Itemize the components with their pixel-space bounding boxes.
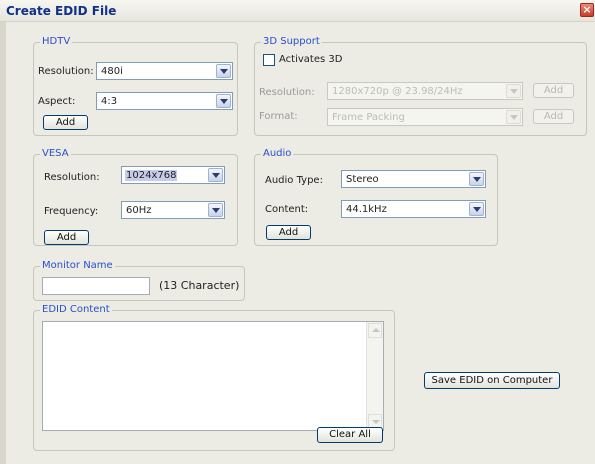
hdtv-resolution-value: 480i bbox=[101, 66, 123, 77]
close-icon: × bbox=[582, 3, 592, 16]
3d-format-value: Frame Packing bbox=[332, 112, 405, 123]
audio-content-value: 44.1kHz bbox=[346, 204, 387, 215]
edid-content-legend: EDID Content bbox=[40, 304, 112, 315]
activates-3d-checkbox[interactable] bbox=[263, 54, 275, 66]
activates-3d-label: Activates 3D bbox=[279, 54, 343, 65]
vesa-group: VESA Resolution: 1024x768 Frequency: 60H… bbox=[33, 148, 238, 246]
monitor-name-hint: (13 Character) bbox=[159, 279, 240, 292]
save-edid-button[interactable]: Save EDID on Computer bbox=[424, 372, 560, 389]
window-title: Create EDID File bbox=[6, 4, 117, 18]
hdtv-add-button[interactable]: Add bbox=[43, 115, 88, 130]
3d-resolution-select[interactable]: 1280x720p @ 23.98/24Hz bbox=[327, 82, 523, 100]
hdtv-aspect-select[interactable]: 4:3 bbox=[96, 92, 233, 110]
hdtv-resolution-label: Resolution: bbox=[38, 66, 94, 77]
vesa-legend: VESA bbox=[40, 148, 71, 159]
audio-group: Audio Audio Type: Stereo Content: 44.1kH… bbox=[254, 148, 498, 246]
hdtv-aspect-value: 4:3 bbox=[101, 96, 118, 107]
audio-type-value: Stereo bbox=[346, 174, 379, 185]
3d-resolution-label: Resolution: bbox=[259, 87, 315, 98]
chevron-down-icon[interactable] bbox=[506, 110, 521, 124]
chevron-down-icon[interactable] bbox=[469, 202, 484, 216]
monitor-name-group: Monitor Name (13 Character) bbox=[33, 260, 245, 301]
audio-legend: Audio bbox=[261, 148, 294, 159]
chevron-down-icon[interactable] bbox=[216, 64, 231, 78]
hdtv-resolution-select[interactable]: 480i bbox=[96, 62, 233, 80]
edid-content-group: EDID Content Clear All bbox=[33, 304, 395, 451]
close-button[interactable]: × bbox=[580, 3, 594, 17]
monitor-name-input[interactable] bbox=[42, 277, 150, 295]
chevron-down-icon[interactable] bbox=[208, 168, 223, 182]
audio-content-select[interactable]: 44.1kHz bbox=[341, 200, 486, 218]
3d-add-button-2[interactable]: Add bbox=[533, 109, 574, 124]
3d-support-group: 3D Support Activates 3D Resolution: 1280… bbox=[254, 36, 587, 136]
clear-all-button[interactable]: Clear All bbox=[317, 427, 383, 443]
vesa-add-button[interactable]: Add bbox=[44, 230, 89, 245]
hdtv-legend: HDTV bbox=[40, 36, 73, 47]
vesa-frequency-select[interactable]: 60Hz bbox=[121, 201, 225, 219]
audio-content-label: Content: bbox=[265, 204, 309, 215]
audio-type-label: Audio Type: bbox=[265, 175, 323, 186]
vesa-frequency-value: 60Hz bbox=[126, 205, 152, 216]
vesa-resolution-select[interactable]: 1024x768 bbox=[121, 166, 225, 184]
3d-support-legend: 3D Support bbox=[261, 36, 322, 47]
chevron-down-icon[interactable] bbox=[208, 203, 223, 217]
chevron-down-icon[interactable] bbox=[469, 172, 484, 186]
edid-scrollbar[interactable] bbox=[366, 322, 383, 430]
vesa-resolution-value: 1024x768 bbox=[125, 170, 178, 181]
3d-add-button-1[interactable]: Add bbox=[533, 83, 574, 98]
3d-format-select[interactable]: Frame Packing bbox=[327, 108, 523, 126]
create-edid-dialog: Create EDID File × HDTV Resolution: 480i… bbox=[0, 0, 595, 464]
chevron-down-icon[interactable] bbox=[506, 84, 521, 98]
hdtv-group: HDTV Resolution: 480i Aspect: 4:3 Add bbox=[33, 36, 238, 136]
vesa-resolution-label: Resolution: bbox=[44, 172, 100, 183]
3d-format-label: Format: bbox=[259, 111, 298, 122]
scroll-up-arrow-icon[interactable] bbox=[368, 323, 382, 338]
hdtv-aspect-label: Aspect: bbox=[38, 96, 76, 107]
monitor-name-legend: Monitor Name bbox=[40, 260, 115, 271]
vesa-frequency-label: Frequency: bbox=[44, 206, 99, 217]
audio-type-select[interactable]: Stereo bbox=[341, 170, 486, 188]
audio-add-button[interactable]: Add bbox=[266, 225, 311, 240]
window-left-edge bbox=[0, 22, 6, 464]
chevron-down-icon[interactable] bbox=[216, 94, 231, 108]
title-bar[interactable]: Create EDID File × bbox=[0, 0, 595, 22]
3d-resolution-value: 1280x720p @ 23.98/24Hz bbox=[332, 86, 463, 97]
edid-content-textarea[interactable] bbox=[42, 321, 384, 431]
